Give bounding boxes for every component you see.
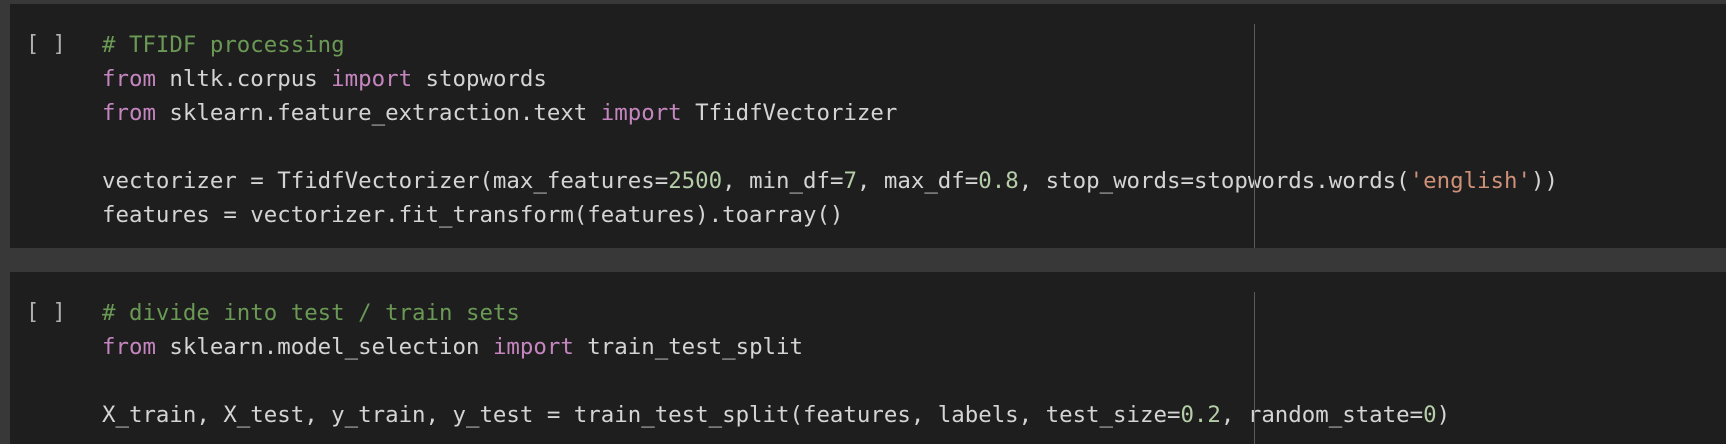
code-line: from nltk.corpus import stopwords [102, 62, 1558, 96]
code-token: nltk.corpus [155, 66, 332, 92]
line-length-ruler [1254, 292, 1255, 444]
code-editor[interactable]: # TFIDF processing from nltk.corpus impor… [102, 28, 1558, 232]
code-token: X_train, X_test, y_train, y_test = train… [102, 402, 1181, 428]
code-token: import [492, 334, 574, 360]
code-token: vectorizer = TfidfVectorizer(max_feature… [102, 168, 669, 194]
code-token: 'english' [1409, 168, 1531, 194]
code-token: )) [1530, 168, 1558, 194]
code-token: 2500 [668, 168, 723, 194]
code-token: 0.2 [1180, 402, 1221, 428]
code-cell[interactable]: [ ] # divide into test / train sets from … [10, 272, 1726, 444]
code-token: # TFIDF processing [102, 32, 345, 58]
code-token: from [102, 100, 156, 126]
code-line: # divide into test / train sets [102, 296, 1450, 330]
code-token: , min_df= [722, 168, 844, 194]
code-token: sklearn.feature_extraction.text [155, 100, 601, 126]
code-token: TfidfVectorizer [681, 100, 898, 126]
code-line: from sklearn.model_selection import trai… [102, 330, 1450, 364]
code-token: 7 [843, 168, 857, 194]
code-line: # TFIDF processing [102, 28, 1558, 62]
run-cell-button[interactable]: [ ] [26, 33, 82, 57]
line-length-ruler [1254, 24, 1255, 248]
code-token: features = vectorizer.fit_transform(feat… [102, 202, 844, 228]
code-line: vectorizer = TfidfVectorizer(max_feature… [102, 164, 1558, 198]
code-token: , stop_words=stopwords.words( [1018, 168, 1410, 194]
code-token: 0 [1423, 402, 1437, 428]
code-token: sklearn.model_selection [155, 334, 493, 360]
code-line: X_train, X_test, y_train, y_test = train… [102, 398, 1450, 432]
code-token: , max_df= [856, 168, 979, 194]
code-line: from sklearn.feature_extraction.text imp… [102, 96, 1558, 130]
code-token: stopwords [412, 66, 547, 92]
code-token: , random_state= [1220, 402, 1424, 428]
code-token: 0.8 [978, 168, 1019, 194]
code-line: features = vectorizer.fit_transform(feat… [102, 198, 1558, 232]
code-token: from [102, 334, 156, 360]
code-token: import [600, 100, 682, 126]
code-editor[interactable]: # divide into test / train sets from skle… [102, 296, 1450, 432]
code-token: ) [1436, 402, 1451, 428]
code-cell[interactable]: [ ] # TFIDF processing from nltk.corpus i… [10, 4, 1726, 248]
code-token: train_test_split [573, 334, 803, 360]
code-token: # divide into test / train sets [102, 300, 520, 326]
run-cell-button[interactable]: [ ] [26, 301, 82, 325]
code-token: import [331, 66, 413, 92]
code-token: from [102, 66, 156, 92]
